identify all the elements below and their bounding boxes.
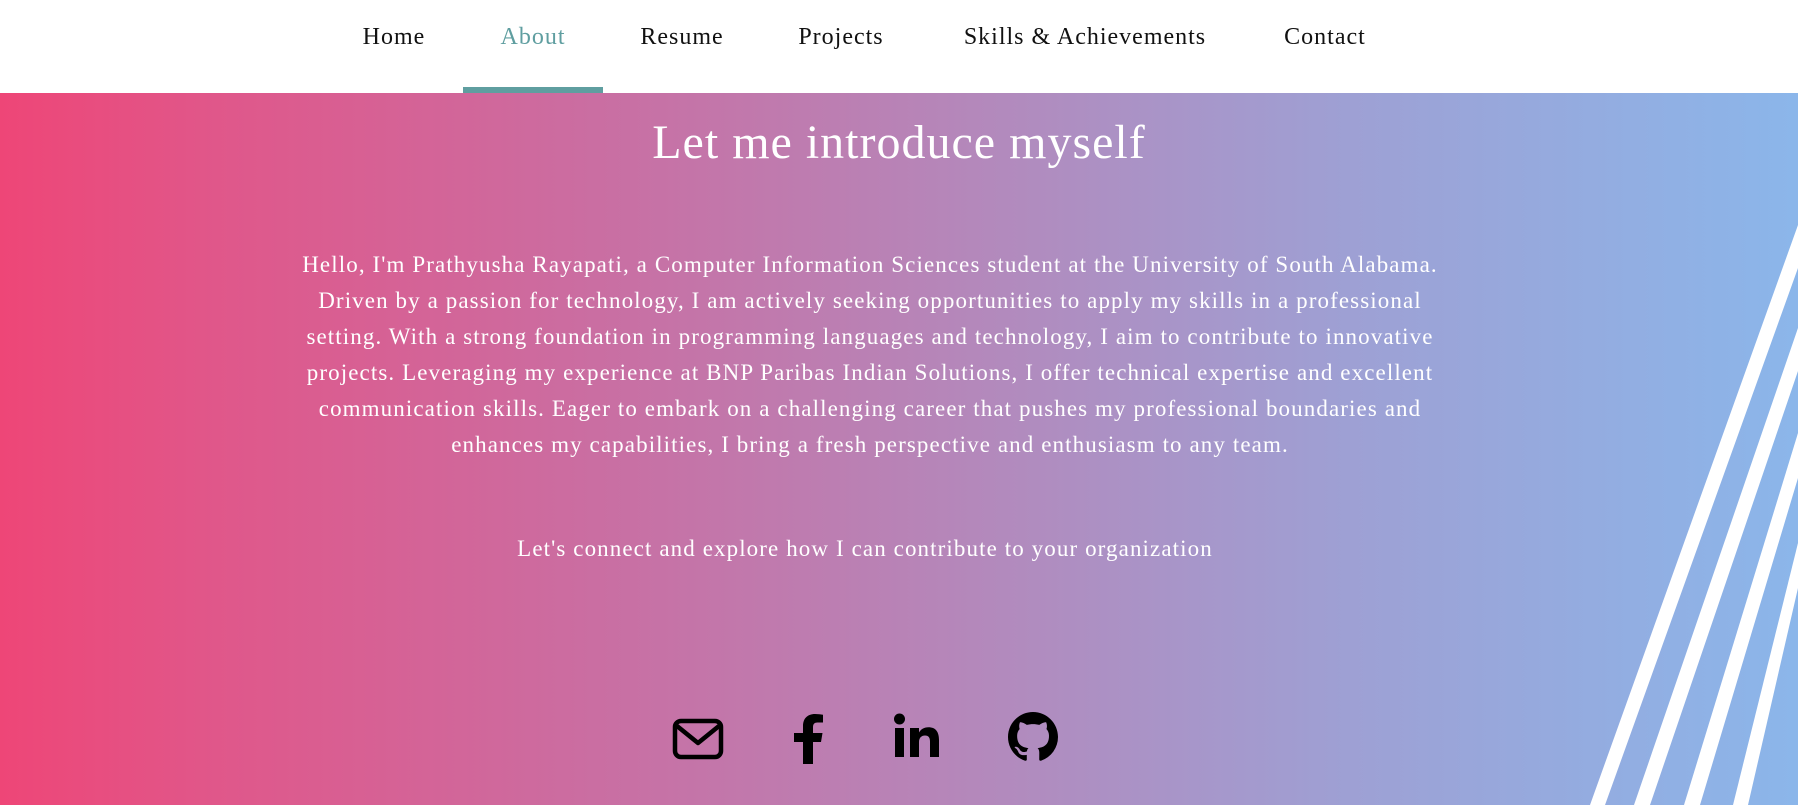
nav-about[interactable]: About [463, 0, 603, 93]
nav-skills-achievements[interactable]: Skills & Achievements [950, 0, 1220, 93]
linkedin-icon[interactable] [889, 708, 945, 764]
github-icon[interactable] [1005, 709, 1061, 765]
facebook-icon[interactable] [780, 711, 836, 767]
about-section: Let me introduce myself Hello, I'm Prath… [0, 93, 1798, 805]
nav-projects[interactable]: Projects [782, 0, 900, 93]
about-heading: Let me introduce myself [652, 116, 1146, 169]
about-intro-text: Hello, I'm Prathyusha Rayapati, a Comput… [302, 252, 1438, 457]
nav-resume[interactable]: Resume [625, 0, 739, 93]
nav-contact[interactable]: Contact [1270, 0, 1380, 93]
envelope-icon[interactable] [670, 711, 726, 767]
about-cta-text: Let's connect and explore how I can cont… [517, 536, 1213, 561]
nav-home[interactable]: Home [346, 0, 442, 93]
top-navbar: Home About Resume Projects Skills & Achi… [0, 0, 1798, 93]
